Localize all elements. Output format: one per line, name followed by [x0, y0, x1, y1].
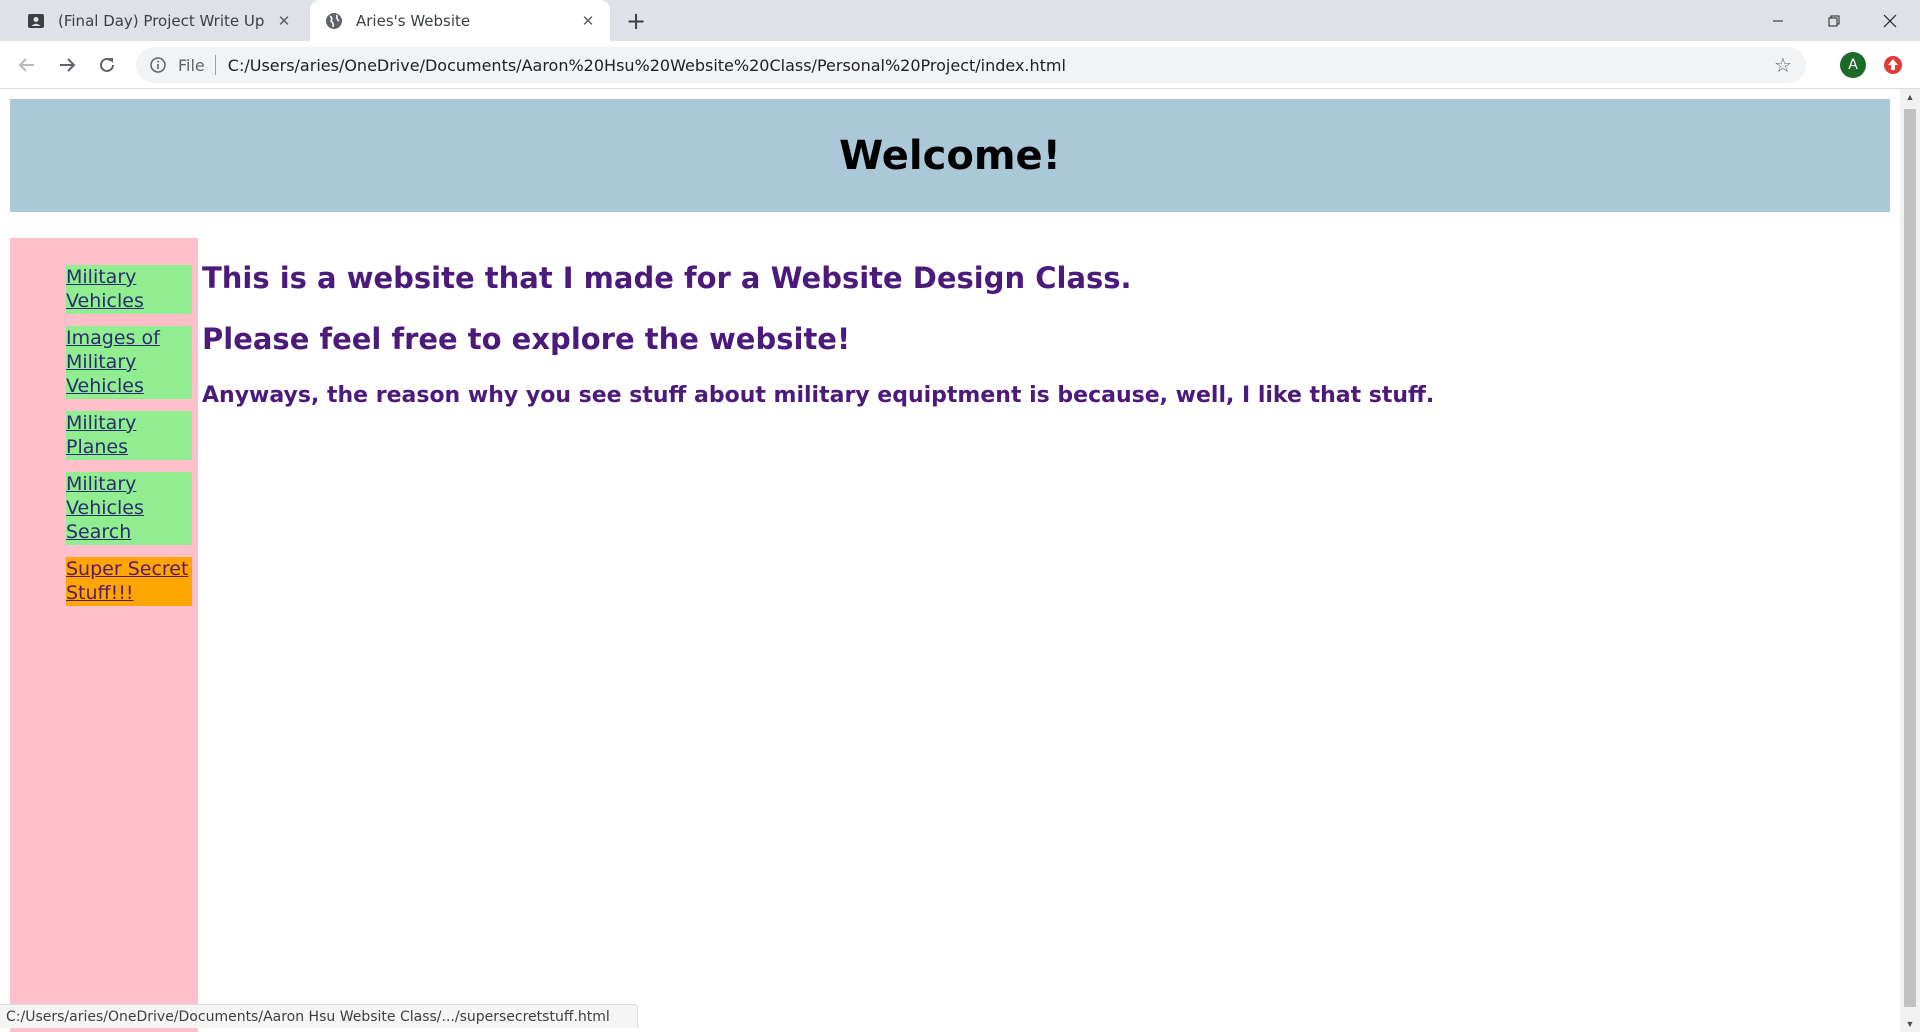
forward-arrow-icon[interactable]	[52, 50, 82, 80]
nav-item-images-of-military-vehicles: Images of Military Vehicles	[66, 326, 192, 399]
link-status-bubble: C:/Users/aries/OneDrive/Documents/Aaron …	[0, 1004, 638, 1028]
page-header: Welcome!	[10, 99, 1890, 212]
tab-aries-website[interactable]: Aries's Website ✕	[310, 0, 610, 41]
nav-link-military-vehicles[interactable]: Military Vehicles	[66, 265, 192, 313]
window-close-icon[interactable]	[1862, 0, 1918, 41]
extension-icon[interactable]	[1882, 54, 1904, 76]
tab-title: Aries's Website	[356, 11, 471, 30]
nav-item-military-vehicles: Military Vehicles	[66, 265, 192, 314]
tab-title: (Final Day) Project Write Up	[58, 11, 265, 30]
tab-strip: (Final Day) Project Write Up ✕ Aries's W…	[0, 0, 1920, 41]
browser-toolbar: File C:/Users/aries/OneDrive/Documents/A…	[0, 41, 1920, 89]
minimize-icon[interactable]	[1750, 0, 1806, 41]
new-tab-button[interactable]: +	[622, 7, 650, 35]
profile-avatar[interactable]: A	[1840, 52, 1866, 78]
close-tab-icon[interactable]: ✕	[274, 11, 294, 31]
nav-item-military-vehicles-search: Military Vehicles Search	[66, 472, 192, 545]
scroll-up-arrow-icon[interactable]: ▲	[1900, 89, 1920, 105]
url-text[interactable]: C:/Users/aries/OneDrive/Documents/Aaron%…	[228, 56, 1066, 75]
nav-link-military-planes[interactable]: Military Planes	[66, 411, 192, 459]
intro-paragraph: Anyways, the reason why you see stuff ab…	[202, 383, 1435, 408]
explore-heading: Please feel free to explore the website!	[202, 322, 851, 356]
globe-icon	[324, 11, 344, 31]
close-tab-icon[interactable]: ✕	[578, 11, 598, 31]
nav-link-super-secret-stuff[interactable]: Super Secret Stuff!!!	[66, 557, 192, 605]
intro-heading: This is a website that I made for a Webs…	[202, 261, 1132, 295]
nav-link-images-of-military-vehicles[interactable]: Images of Military Vehicles	[66, 326, 192, 398]
reload-icon[interactable]	[92, 50, 122, 80]
nav-link-military-vehicles-search[interactable]: Military Vehicles Search	[66, 472, 192, 544]
nav-item-military-planes: Military Planes	[66, 411, 192, 460]
page-title: Welcome!	[839, 132, 1061, 179]
vertical-scrollbar[interactable]: ▲ ▼	[1900, 89, 1920, 1032]
address-bar[interactable]: File C:/Users/aries/OneDrive/Documents/A…	[136, 47, 1806, 83]
scroll-down-arrow-icon[interactable]: ▼	[1900, 1016, 1920, 1032]
scroll-thumb[interactable]	[1904, 109, 1916, 1007]
tab-project-write-up[interactable]: (Final Day) Project Write Up ✕	[14, 0, 306, 41]
scheme-label: File	[178, 55, 205, 75]
bookmark-star-icon[interactable]: ☆	[1772, 53, 1794, 77]
divider	[214, 55, 216, 75]
info-icon[interactable]	[148, 55, 168, 75]
classroom-icon	[26, 11, 46, 31]
back-arrow-icon[interactable]	[12, 50, 42, 80]
restore-icon[interactable]	[1806, 0, 1862, 41]
page-viewport: Welcome! Military Vehicles Images of Mil…	[0, 89, 1900, 1032]
main-content: This is a website that I made for a Webs…	[202, 261, 1434, 408]
sidebar-nav: Military Vehicles Images of Military Veh…	[10, 238, 198, 1032]
nav-item-super-secret-stuff: Super Secret Stuff!!!	[66, 557, 192, 606]
